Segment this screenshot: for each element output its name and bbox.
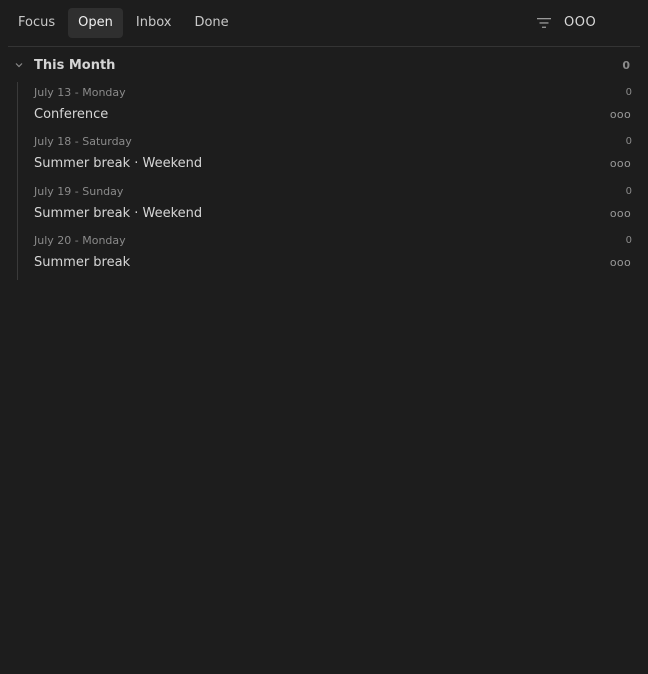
entry-date-row: July 19 - Sunday 0 <box>34 181 632 201</box>
list-item[interactable]: July 13 - Monday 0 Conference ooo <box>18 82 632 132</box>
top-bar: Focus Open Inbox Done OOO <box>8 7 640 38</box>
entry-more-button[interactable]: ooo <box>610 207 631 220</box>
entry-date: July 19 - Sunday <box>34 184 124 198</box>
tab-inbox[interactable]: Inbox <box>126 8 182 38</box>
ooo-button[interactable]: OOO <box>564 15 640 30</box>
entry-title: Summer break · Weekend <box>34 156 203 172</box>
entry-date: July 18 - Saturday <box>34 135 132 149</box>
filter-button[interactable] <box>534 13 554 33</box>
entry-more-button[interactable]: ooo <box>610 256 631 269</box>
entry-date-row: July 13 - Monday 0 <box>34 82 632 102</box>
tab-open[interactable]: Open <box>68 7 123 38</box>
entry-more-button[interactable]: ooo <box>610 108 631 121</box>
list-item[interactable]: July 18 - Saturday 0 Summer break · Week… <box>18 132 632 182</box>
entry-title: Conference <box>34 106 109 122</box>
tab-bar: Focus Open Inbox Done <box>8 7 242 38</box>
entry-title-row: Summer break · Weekend ooo <box>34 201 632 225</box>
entry-count: 0 <box>625 136 632 148</box>
entry-count: 0 <box>625 86 632 98</box>
entry-title: Summer break <box>34 255 131 271</box>
header-divider <box>8 46 640 47</box>
entry-title-row: Summer break · Weekend ooo <box>34 152 632 176</box>
list-item[interactable]: July 20 - Monday 0 Summer break ooo <box>18 231 632 281</box>
entry-title: Summer break · Weekend <box>34 205 203 221</box>
tab-done[interactable]: Done <box>184 8 238 38</box>
entry-list: July 13 - Monday 0 Conference ooo July 1… <box>17 82 632 281</box>
entry-date-row: July 18 - Saturday 0 <box>34 132 632 152</box>
entry-more-button[interactable]: ooo <box>610 157 631 170</box>
entry-date-row: July 20 - Monday 0 <box>34 231 632 251</box>
chevron-down-icon[interactable] <box>14 59 26 71</box>
entry-count: 0 <box>625 235 632 247</box>
entry-title-row: Conference ooo <box>34 102 632 126</box>
app-window: Focus Open Inbox Done OOO This Month 0 J… <box>0 0 648 674</box>
entry-count: 0 <box>625 185 632 197</box>
tab-focus[interactable]: Focus <box>8 8 65 38</box>
list-item[interactable]: July 19 - Sunday 0 Summer break · Weeken… <box>18 181 632 231</box>
entry-title-row: Summer break ooo <box>34 251 632 275</box>
filter-icon <box>537 17 551 28</box>
entry-date: July 20 - Monday <box>34 234 126 248</box>
section-title: This Month <box>34 57 116 73</box>
entry-date: July 13 - Monday <box>34 85 126 99</box>
section-header-this-month[interactable]: This Month 0 <box>14 55 634 75</box>
section-count: 0 <box>622 58 630 72</box>
